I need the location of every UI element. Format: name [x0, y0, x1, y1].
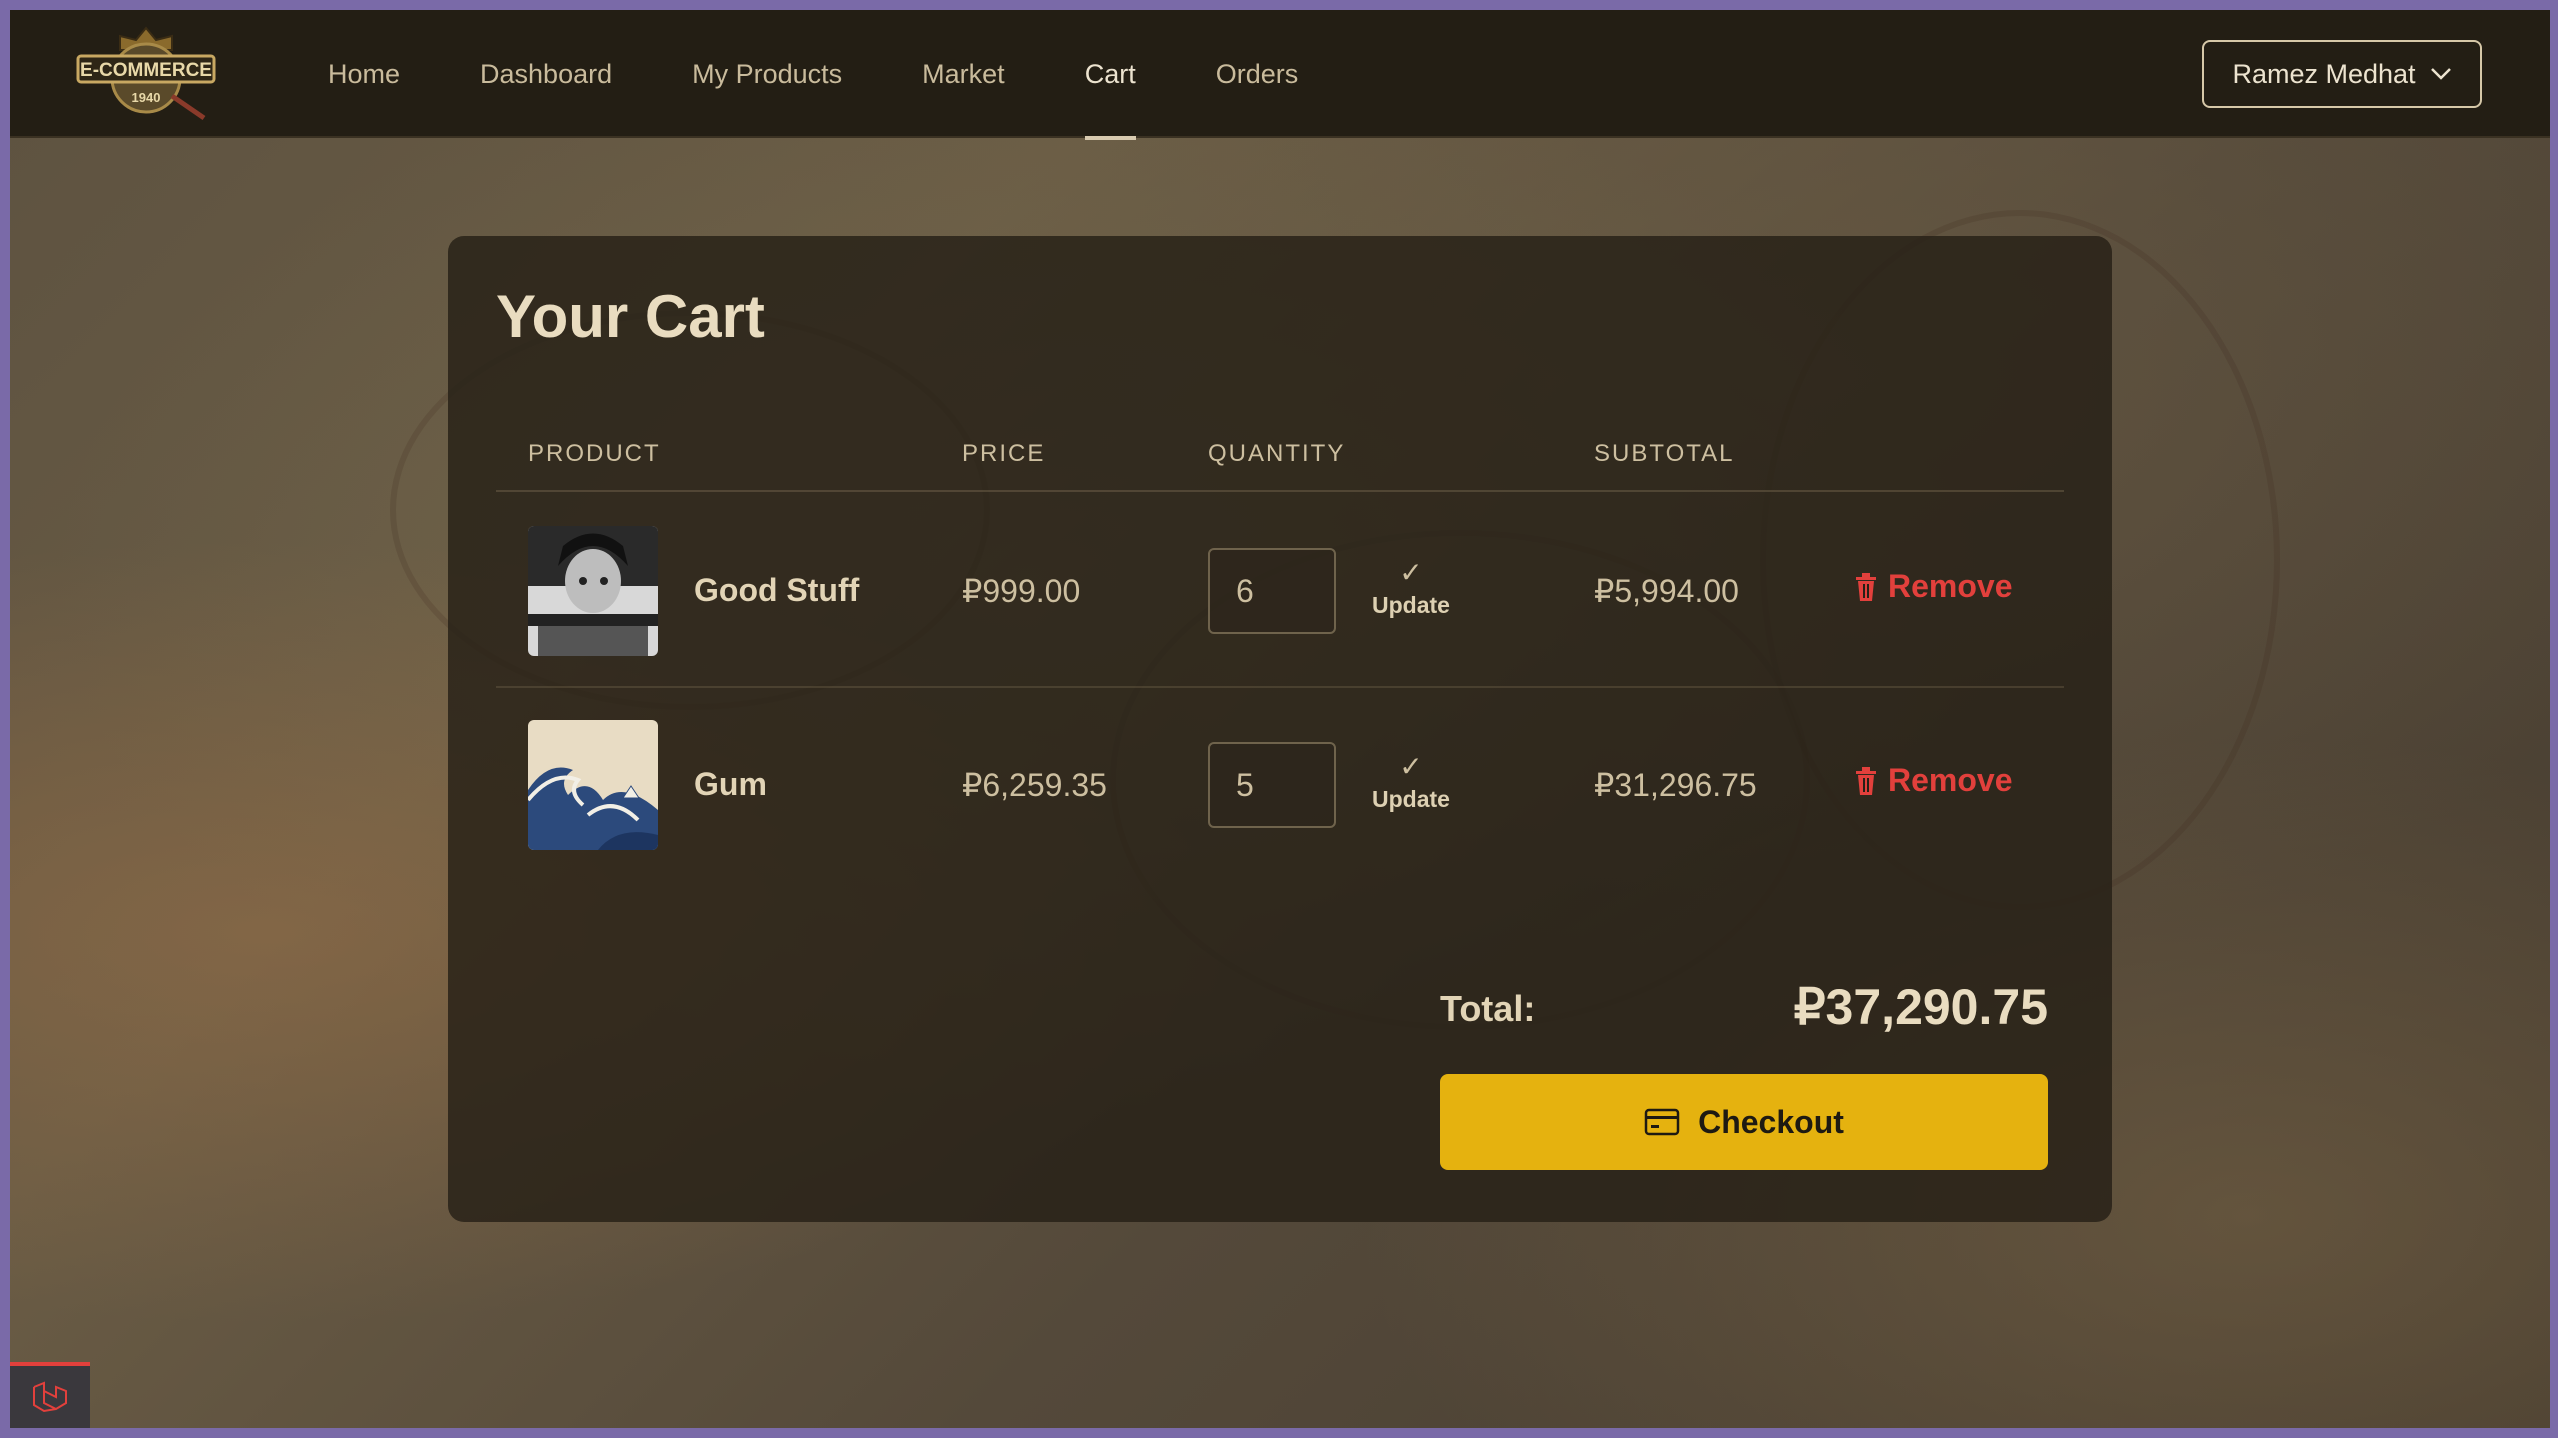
dev-toolbar-toggle[interactable]	[10, 1362, 90, 1428]
credit-card-icon	[1644, 1108, 1680, 1136]
laravel-icon	[33, 1381, 67, 1413]
nav-cart[interactable]: Cart	[1045, 10, 1176, 140]
checkout-button[interactable]: Checkout	[1440, 1074, 2048, 1170]
user-menu-button[interactable]: Ramez Medhat	[2202, 40, 2482, 108]
cart-table-header: PRODUCT PRICE QUANTITY SUBTOTAL	[496, 440, 2064, 492]
product-image	[528, 720, 658, 850]
update-quantity-button[interactable]: ✓ Update	[1366, 558, 1456, 628]
trash-icon	[1856, 572, 1876, 601]
cart-row: Good Stuff ₽999.00 6 ✓ Update ₽5,994.00 …	[496, 494, 2064, 688]
nav-market[interactable]: Market	[882, 10, 1045, 138]
update-label: Update	[1372, 592, 1450, 618]
app-window: E-COMMERCE 1940 Home Dashboard My Produc…	[10, 10, 2550, 1428]
svg-text:E-COMMERCE: E-COMMERCE	[80, 60, 212, 81]
main-navigation: Home Dashboard My Products Market Cart O…	[288, 10, 1339, 140]
cart-card: Your Cart PRODUCT PRICE QUANTITY SUBTOTA…	[448, 236, 2112, 1222]
quantity-input[interactable]: 6	[1208, 548, 1336, 634]
remove-item-button[interactable]: Remove	[1854, 762, 2013, 799]
product-name[interactable]: Gum	[694, 766, 767, 803]
column-header-subtotal: SUBTOTAL	[1594, 440, 1735, 467]
remove-item-button[interactable]: Remove	[1854, 568, 2013, 605]
chevron-down-icon	[2430, 68, 2451, 80]
check-icon: ✓	[1399, 557, 1423, 588]
logo-emblem-icon: E-COMMERCE 1940	[76, 26, 216, 121]
nav-orders[interactable]: Orders	[1176, 10, 1339, 138]
brand-logo[interactable]: E-COMMERCE 1940	[76, 26, 216, 122]
cart-row: Gum ₽6,259.35 5 ✓ Update ₽31,296.75 Remo…	[496, 688, 2064, 882]
product-subtotal: ₽31,296.75	[1594, 767, 1757, 803]
column-header-price: PRICE	[962, 440, 1046, 467]
nav-my-products[interactable]: My Products	[652, 10, 882, 138]
remove-label: Remove	[1888, 568, 2013, 604]
product-image	[528, 526, 658, 656]
total-label: Total:	[1440, 988, 1536, 1029]
product-subtotal: ₽5,994.00	[1594, 573, 1739, 609]
remove-label: Remove	[1888, 762, 2013, 798]
product-name[interactable]: Good Stuff	[694, 572, 859, 609]
trash-icon	[1856, 766, 1876, 795]
checkout-label: Checkout	[1698, 1103, 1844, 1140]
update-quantity-button[interactable]: ✓ Update	[1366, 752, 1456, 822]
product-price: ₽999.00	[962, 573, 1081, 609]
user-name: Ramez Medhat	[2232, 58, 2416, 89]
update-label: Update	[1372, 786, 1450, 812]
page-title: Your Cart	[496, 283, 765, 350]
quantity-input[interactable]: 5	[1208, 742, 1336, 828]
top-navbar: E-COMMERCE 1940 Home Dashboard My Produc…	[10, 10, 2550, 140]
product-price: ₽6,259.35	[962, 767, 1107, 803]
total-value: ₽37,290.75	[1793, 979, 2048, 1035]
nav-dashboard[interactable]: Dashboard	[440, 10, 652, 138]
nav-home[interactable]: Home	[288, 10, 440, 138]
check-icon: ✓	[1399, 751, 1423, 782]
column-header-product: PRODUCT	[528, 440, 661, 467]
column-header-quantity: QUANTITY	[1208, 440, 1346, 467]
svg-text:1940: 1940	[132, 90, 161, 105]
